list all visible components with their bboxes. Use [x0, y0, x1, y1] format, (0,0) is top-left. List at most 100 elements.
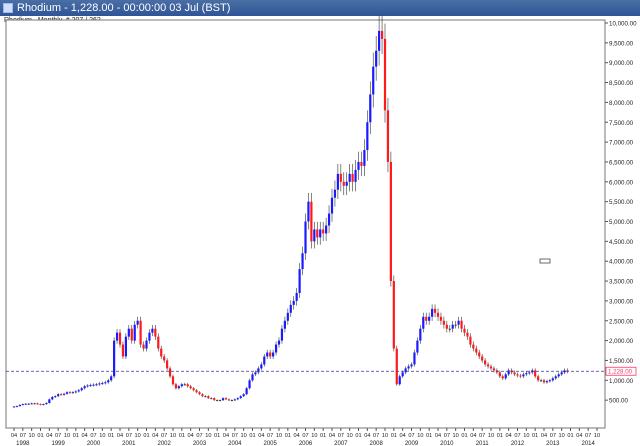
candle-body [354, 169, 357, 182]
candle-body [12, 406, 16, 408]
candle-body [551, 378, 554, 381]
candle-body [366, 122, 369, 151]
candle-body [195, 390, 198, 393]
candle-body [121, 344, 125, 357]
candle-body [60, 394, 63, 396]
candle-body [525, 373, 528, 375]
candle-body [454, 324, 457, 326]
x-tick-label: 04 [152, 433, 158, 439]
y-tick-label: 4,500.00 [609, 239, 634, 246]
candle-body [62, 393, 66, 395]
candle-body [142, 344, 145, 349]
x-tick-label: 10 [205, 433, 211, 439]
candle-body [545, 381, 549, 383]
x-tick-label: 07 [373, 433, 379, 439]
x-tick-label: 04 [46, 433, 52, 439]
x-tick-label: 10 [453, 433, 459, 439]
x-year-label: 2008 [369, 441, 383, 446]
x-tick-label: 10 [135, 433, 141, 439]
candle-body [272, 352, 275, 357]
candle-body [369, 94, 372, 123]
candle-body [386, 110, 390, 162]
candle-body [157, 336, 160, 349]
candle-body [216, 400, 219, 402]
candle-body [469, 336, 472, 345]
x-tick-label: 01 [108, 433, 114, 439]
x-year-label: 2009 [405, 441, 419, 446]
candle-body [466, 332, 469, 337]
x-year-label: 2005 [263, 441, 277, 446]
x-tick-label: 07 [302, 433, 308, 439]
candle-body [339, 173, 342, 182]
x-tick-label: 04 [329, 433, 335, 439]
candle-body [180, 384, 183, 387]
x-tick-label: 04 [435, 433, 441, 439]
candle-body [183, 384, 186, 386]
candle-body [363, 150, 366, 166]
candle-body [98, 383, 101, 385]
y-tick-label: 5,500.00 [609, 199, 634, 206]
candle-body [380, 30, 384, 39]
x-tick-label: 01 [143, 433, 149, 439]
candle-body [198, 392, 201, 395]
x-tick-label: 10 [64, 433, 70, 439]
candle-body [534, 370, 537, 377]
x-year-label: 2013 [546, 441, 560, 446]
candle-body [219, 400, 222, 402]
x-tick-label: 07 [126, 433, 132, 439]
x-tick-label: 10 [488, 433, 494, 439]
x-year-label: 1999 [51, 441, 65, 446]
candle-body [77, 390, 80, 392]
candle-body [227, 399, 231, 401]
candle-body [48, 399, 51, 403]
candle-body [54, 396, 57, 398]
candle-body [348, 173, 351, 182]
candle-body [298, 269, 301, 293]
candle-body [433, 308, 437, 313]
candle-body [478, 352, 481, 357]
candle-body [519, 375, 522, 377]
y-tick-label: 10,000.00 [609, 21, 637, 28]
candle-body [336, 173, 339, 190]
candle-body [95, 384, 98, 386]
candle-body [36, 403, 39, 405]
x-tick-label: 01 [426, 433, 432, 439]
candle-body [251, 374, 254, 381]
candle-body [442, 320, 445, 325]
candle-body [481, 356, 484, 361]
x-tick-label: 10 [99, 433, 105, 439]
candle-body [110, 376, 113, 381]
candle-body [492, 368, 496, 371]
candle-body [80, 388, 83, 391]
candle-body [89, 385, 92, 387]
candle-body [516, 374, 519, 376]
candle-body [269, 352, 272, 357]
candle-body [472, 344, 475, 349]
candle-body [333, 189, 337, 198]
y-tick-label: 4,000.00 [609, 259, 634, 266]
candle-body [413, 352, 416, 365]
candle-body [489, 366, 493, 369]
candle-body [189, 386, 192, 389]
candle-body [263, 356, 266, 365]
x-tick-label: 10 [311, 433, 317, 439]
y-tick-label: 2,500.00 [609, 318, 634, 325]
y-tick-label: 9,500.00 [609, 40, 634, 47]
candle-body [204, 396, 207, 398]
candle-body [242, 394, 245, 397]
candle-body [154, 328, 157, 337]
candle-body [124, 336, 127, 357]
x-year-label: 2012 [511, 441, 525, 446]
candle-body [118, 332, 122, 345]
x-tick-label: 10 [347, 433, 353, 439]
x-tick-label: 01 [285, 433, 291, 439]
candle-body [27, 403, 30, 405]
x-tick-label: 07 [232, 433, 238, 439]
candle-body [410, 364, 413, 367]
chart-window: Rhodium - 1,228.00 - 00:00:00 03 Jul (BS… [0, 0, 640, 446]
candlestick-chart[interactable]: 500.00 1,000.00 1,500.00 2,000.00 2,500.00 3,… [0, 0, 640, 446]
candle-body [401, 372, 404, 377]
candle-body [83, 386, 86, 389]
y-tick-label: 7,500.00 [609, 120, 634, 127]
candle-body [139, 320, 142, 345]
